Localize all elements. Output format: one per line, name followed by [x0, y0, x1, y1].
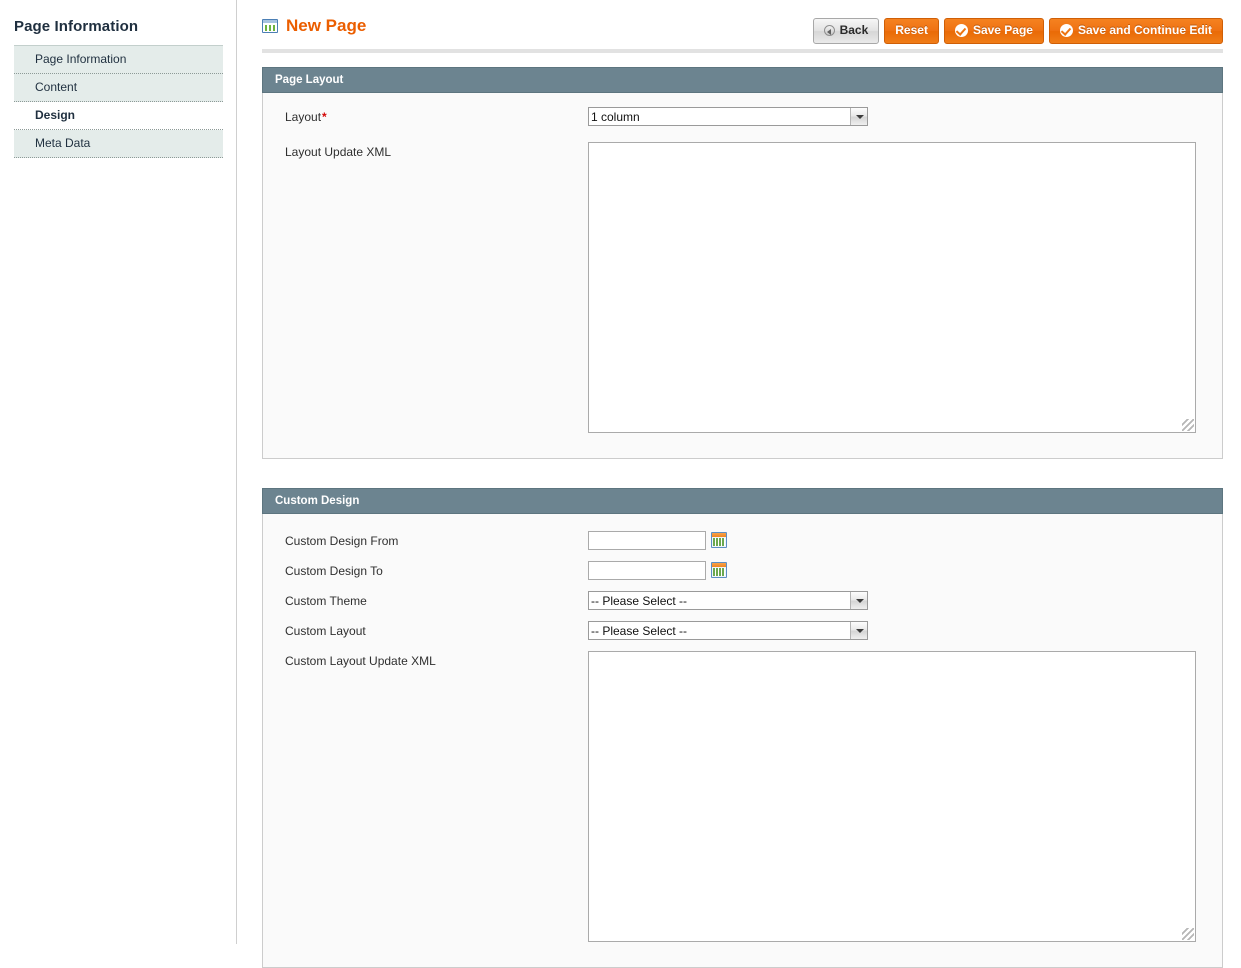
check-circle-icon	[954, 24, 968, 37]
custom-design-from-input[interactable]	[588, 531, 706, 550]
custom-layout-select-wrap: -- Please Select --	[588, 621, 868, 640]
save-page-button-label: Save Page	[972, 23, 1033, 37]
save-page-button[interactable]: Save Page	[943, 18, 1044, 44]
check-circle-icon	[1059, 24, 1073, 37]
main-content: New Page Back Reset Save Page Save and C…	[237, 0, 1241, 968]
custom-layout-update-xml-textarea[interactable]	[588, 651, 1196, 942]
layout-update-xml-field-row: Layout Update XML	[263, 142, 1222, 433]
layout-field-row: Layout* 1 column	[263, 107, 1222, 126]
sidebar-nav: Page Information Content Design Meta Dat…	[14, 45, 223, 158]
sidebar-item-meta-data[interactable]: Meta Data	[14, 130, 223, 158]
custom-layout-update-xml-wrap	[588, 651, 1196, 942]
custom-layout-field-row: Custom Layout -- Please Select --	[263, 621, 1222, 640]
header-button-group: Back Reset Save Page Save and Continue E…	[812, 17, 1223, 44]
sidebar-title: Page Information	[14, 18, 139, 35]
sidebar: Page Information Page Information Conten…	[0, 0, 237, 944]
layout-update-xml-control	[588, 142, 1222, 433]
custom-design-fields: Custom Design From Custom Design To Cust…	[263, 514, 1222, 967]
custom-design-section-title: Custom Design	[262, 488, 1223, 514]
page-layout-fieldset: Page Layout Layout* 1 column Layout Upda…	[262, 67, 1223, 459]
custom-theme-label: Custom Theme	[285, 594, 367, 608]
custom-theme-select-wrap: -- Please Select --	[588, 591, 868, 610]
save-and-continue-edit-button[interactable]: Save and Continue Edit	[1048, 18, 1223, 44]
back-button[interactable]: Back	[812, 18, 880, 44]
required-marker: *	[322, 110, 327, 124]
custom-layout-control: -- Please Select --	[588, 621, 1222, 640]
custom-design-from-label: Custom Design From	[285, 534, 399, 548]
custom-theme-control: -- Please Select --	[588, 591, 1222, 610]
custom-design-to-label: Custom Design To	[285, 564, 383, 578]
custom-design-fieldset: Custom Design Custom Design From Custom …	[262, 488, 1223, 968]
custom-design-to-input[interactable]	[588, 561, 706, 580]
custom-design-to-control	[588, 561, 1222, 580]
layout-control: 1 column	[588, 107, 1222, 126]
sidebar-item-design[interactable]: Design	[14, 102, 223, 130]
custom-layout-update-xml-field-row: Custom Layout Update XML	[263, 651, 1222, 942]
custom-theme-select[interactable]: -- Please Select --	[588, 591, 868, 610]
layout-update-xml-textarea[interactable]	[588, 142, 1196, 433]
custom-design-from-field-row: Custom Design From	[263, 531, 1222, 550]
sidebar-item-content[interactable]: Content	[14, 74, 223, 102]
reset-button-label: Reset	[895, 23, 928, 37]
custom-design-from-control	[588, 531, 1222, 550]
calendar-icon[interactable]	[711, 562, 727, 578]
content-header: New Page Back Reset Save Page Save and C…	[237, 0, 1241, 44]
page-layout-section-title: Page Layout	[262, 67, 1223, 93]
layout-update-xml-label: Layout Update XML	[285, 145, 392, 159]
custom-layout-label: Custom Layout	[285, 624, 366, 638]
custom-theme-field-row: Custom Theme -- Please Select --	[263, 591, 1222, 610]
page-title-group: New Page	[262, 17, 366, 35]
calendar-icon[interactable]	[711, 532, 727, 548]
sidebar-item-page-information[interactable]: Page Information	[14, 46, 223, 74]
custom-layout-select[interactable]: -- Please Select --	[588, 621, 868, 640]
layout-label: Layout*	[285, 107, 588, 126]
layout-update-xml-wrap	[588, 142, 1196, 433]
save-and-continue-edit-button-label: Save and Continue Edit	[1077, 23, 1212, 37]
reset-button[interactable]: Reset	[884, 18, 939, 44]
custom-design-to-field-row: Custom Design To	[263, 561, 1222, 580]
header-divider	[262, 49, 1223, 54]
page-layout-fields: Layout* 1 column Layout Update XML	[263, 93, 1222, 458]
page-title: New Page	[286, 16, 367, 35]
custom-layout-update-xml-label: Custom Layout Update XML	[285, 654, 436, 668]
layout-select[interactable]: 1 column	[588, 107, 868, 126]
back-button-label: Back	[839, 23, 869, 37]
back-circle-arrow-icon	[823, 25, 835, 36]
custom-layout-update-xml-control	[588, 651, 1222, 942]
layout-select-wrap: 1 column	[588, 107, 868, 126]
layout-label-text: Layout	[285, 110, 322, 124]
page-grid-icon	[262, 19, 278, 33]
admin-page: Page Information Page Information Conten…	[0, 0, 1241, 968]
